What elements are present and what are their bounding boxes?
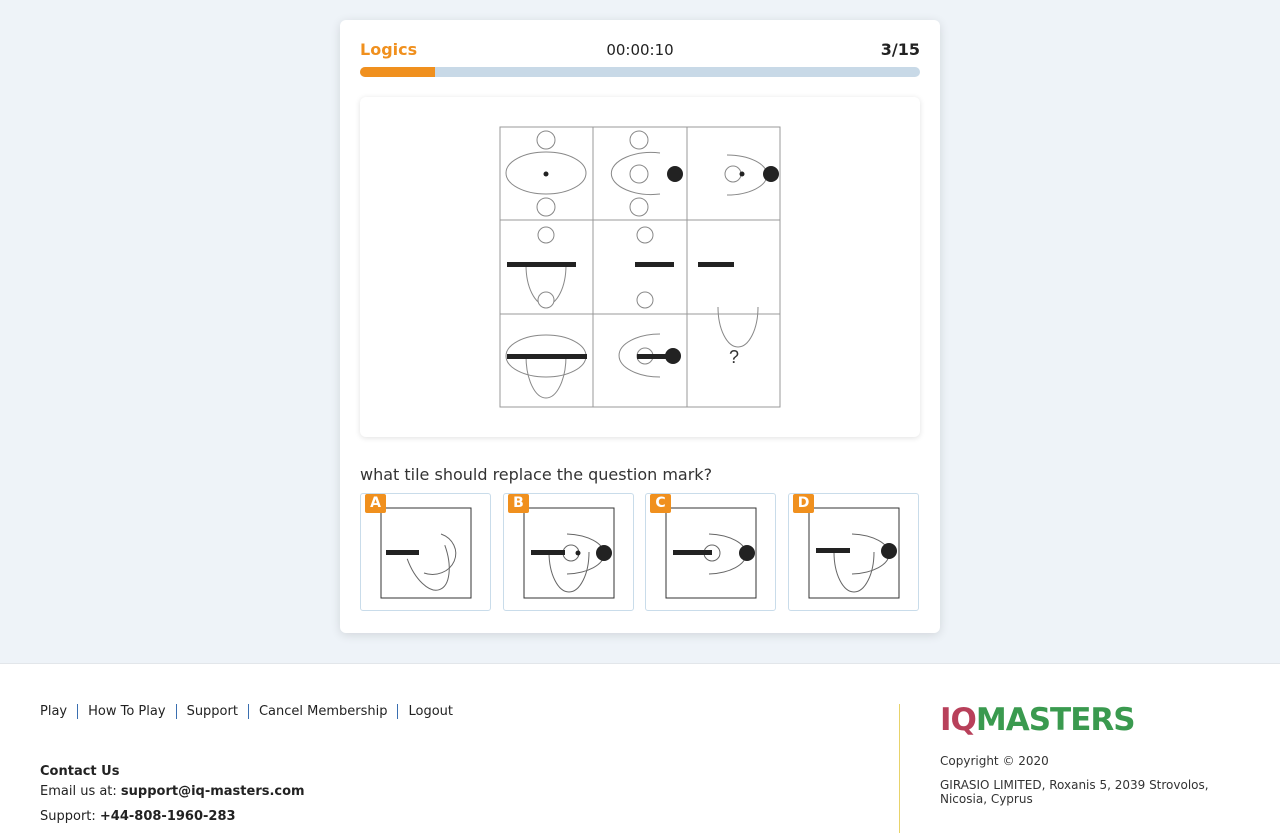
progress-bar (360, 67, 920, 77)
phone-prefix: Support: (40, 809, 100, 824)
email-prefix: Email us at: (40, 784, 121, 799)
logo-masters: MASTERS (975, 702, 1136, 738)
footer-link-play[interactable]: Play (40, 704, 77, 719)
option-letter-a: A (365, 494, 386, 513)
footer-link-support[interactable]: Support (175, 704, 248, 719)
footer-link-how-to-play[interactable]: How To Play (77, 704, 175, 719)
puzzle-image: ? (360, 97, 920, 437)
footer-nav: Play How To Play Support Cancel Membersh… (40, 704, 463, 719)
option-letter-b: B (508, 494, 529, 513)
footer: Play How To Play Support Cancel Membersh… (0, 663, 1280, 833)
footer-link-cancel-membership[interactable]: Cancel Membership (247, 704, 398, 719)
option-letter-d: D (793, 494, 814, 513)
option-a[interactable]: A (360, 493, 491, 611)
puzzle-matrix: ? (499, 126, 781, 408)
question-mark: ? (729, 347, 739, 367)
copyright: Copyright © 2020 (940, 754, 1049, 768)
footer-link-logout[interactable]: Logout (397, 704, 463, 719)
footer-divider (899, 704, 900, 833)
progress-fill (360, 67, 436, 77)
contact-email-line: Email us at: support@iq-masters.com (40, 784, 305, 799)
timer: 00:00:10 (606, 41, 674, 59)
question-counter: 3/15 (880, 40, 920, 59)
option-b[interactable]: B (503, 493, 634, 611)
option-letter-c: C (650, 494, 671, 513)
contact-email[interactable]: support@iq-masters.com (121, 784, 305, 799)
quiz-card: Logics 00:00:10 3/15 ? what tile should … (340, 20, 940, 633)
option-d[interactable]: D (788, 493, 919, 611)
logo-iq: IQ (940, 702, 977, 738)
contact-phone-line: Support: +44-808-1960-283 (40, 809, 236, 824)
option-c[interactable]: C (645, 493, 776, 611)
question-text: what tile should replace the question ma… (360, 465, 713, 484)
company-address: GIRASIO LIMITED, Roxanis 5, 2039 Strovol… (940, 778, 1209, 806)
brand-logo[interactable]: IQMASTERS (940, 702, 1136, 738)
contact-phone[interactable]: +44-808-1960-283 (100, 809, 236, 824)
contact-title: Contact Us (40, 764, 120, 779)
